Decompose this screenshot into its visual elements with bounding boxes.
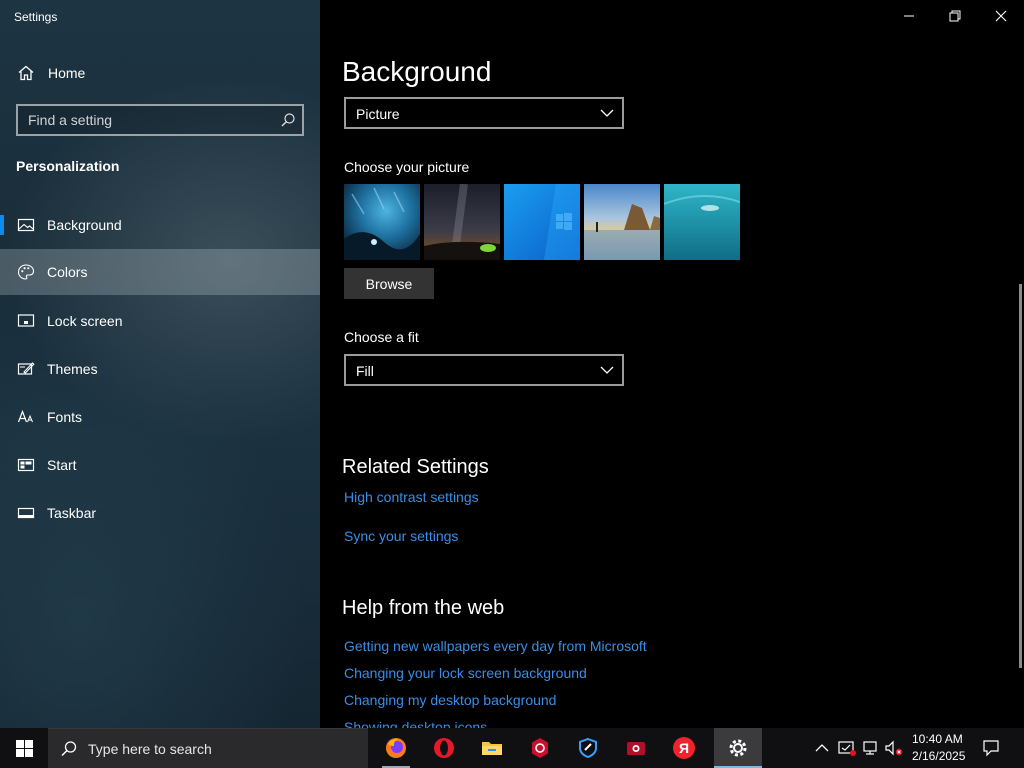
volume-muted-icon[interactable] (884, 739, 904, 757)
windows-logo-icon (16, 740, 33, 757)
taskbar-red-app[interactable] (516, 728, 564, 768)
sidebar-item-themes[interactable]: Themes (0, 346, 320, 392)
sidebar-item-colors[interactable]: Colors (0, 249, 320, 295)
find-setting-input[interactable] (18, 106, 274, 134)
taskbar: Type here to search Я 10:40 AM 2/16/2025 (0, 728, 1024, 768)
clock-time[interactable]: 10:40 AM (912, 732, 963, 746)
file-explorer-icon (482, 742, 502, 755)
wallpaper-thumbnail-milky-way[interactable] (424, 184, 500, 260)
help-link-desktop-background[interactable]: Changing my desktop background (344, 692, 556, 708)
window-title: Settings (14, 10, 58, 24)
sidebar-item-label: Start (47, 457, 77, 473)
restore-icon (949, 10, 961, 22)
background-type-dropdown[interactable]: Picture (344, 97, 624, 129)
choose-fit-value: Fill (356, 363, 374, 379)
sidebar-item-label: Background (47, 217, 122, 233)
close-icon (995, 10, 1007, 22)
screen-recorder-icon (627, 742, 645, 755)
sidebar-item-taskbar[interactable]: Taskbar (0, 490, 320, 536)
palette-icon (17, 264, 35, 280)
sidebar-item-background[interactable]: Background (0, 202, 320, 248)
help-from-web-heading: Help from the web (342, 597, 505, 619)
settings-gear-icon (729, 739, 747, 757)
sidebar-item-label: Lock screen (47, 313, 123, 329)
chevron-down-icon (600, 109, 614, 117)
fonts-icon (17, 409, 33, 423)
sidebar-item-start[interactable]: Start (0, 442, 320, 488)
search-icon (61, 741, 77, 757)
minimize-button[interactable] (886, 0, 932, 32)
close-button[interactable] (978, 0, 1024, 32)
wallpaper-windows-hero-image (504, 184, 580, 260)
high-contrast-settings-link[interactable]: High contrast settings (344, 489, 479, 505)
sidebar-item-label: Taskbar (47, 505, 97, 521)
opera-icon (434, 738, 454, 758)
related-settings-heading: Related Settings (342, 456, 489, 478)
section-title: Personalization (16, 158, 120, 174)
help-link-desktop-icons[interactable]: Showing desktop icons (344, 719, 487, 728)
themes-icon (17, 362, 35, 375)
taskbar-yandex[interactable]: Я (660, 728, 708, 768)
home-icon (18, 65, 34, 81)
taskbar-icon (17, 507, 35, 519)
sync-settings-link[interactable]: Sync your settings (344, 528, 458, 544)
taskbar-defender[interactable] (564, 728, 612, 768)
help-link-lock-screen-background[interactable]: Changing your lock screen background (344, 665, 587, 681)
background-type-value: Picture (356, 106, 400, 122)
sidebar-home[interactable]: Home (0, 50, 320, 96)
choose-fit-dropdown[interactable]: Fill (344, 354, 624, 386)
start-icon (17, 458, 35, 472)
choose-fit-label: Choose a fit (344, 329, 419, 345)
sidebar-item-label: Fonts (47, 409, 83, 425)
taskbar-search-box[interactable]: Type here to search (48, 728, 368, 768)
taskbar-file-explorer[interactable] (468, 728, 516, 768)
sidebar-item-fonts[interactable]: Fonts (0, 394, 320, 440)
security-status-icon[interactable] (838, 739, 858, 757)
svg-text:Я: Я (679, 740, 689, 756)
help-link-new-wallpapers[interactable]: Getting new wallpapers every day from Mi… (344, 638, 647, 654)
search-icon[interactable] (280, 112, 296, 128)
taskbar-opera[interactable] (420, 728, 468, 768)
scrollbar-thumb[interactable] (1019, 284, 1022, 668)
wallpaper-thumbnail-windows-hero[interactable] (504, 184, 580, 260)
defender-icon (579, 737, 597, 759)
clock-date[interactable]: 2/16/2025 (912, 749, 965, 763)
choose-picture-label: Choose your picture (344, 159, 470, 175)
wallpaper-thumbnail-ice-cave[interactable] (344, 184, 420, 260)
find-setting-search[interactable] (16, 104, 304, 136)
network-icon[interactable] (862, 739, 880, 757)
yandex-icon: Я (673, 737, 695, 759)
app-red-icon (532, 738, 548, 758)
taskbar-screen-recorder[interactable] (612, 728, 660, 768)
wallpaper-thumbnail-underwater[interactable] (664, 184, 740, 260)
sidebar-item-label: Colors (47, 264, 88, 280)
wallpaper-beach-rocks-image (584, 184, 660, 260)
browse-button[interactable]: Browse (344, 268, 434, 299)
taskbar-search-placeholder: Type here to search (88, 741, 212, 757)
image-icon (17, 218, 35, 232)
chevron-up-icon[interactable] (814, 741, 830, 755)
wallpaper-thumbnail-beach-rocks[interactable] (584, 184, 660, 260)
firefox-icon (386, 738, 406, 758)
wallpaper-underwater-image (664, 184, 740, 260)
minimize-icon (904, 15, 914, 17)
selected-indicator (0, 215, 4, 235)
wallpaper-milky-way-image (424, 184, 500, 260)
taskbar-firefox[interactable] (372, 728, 420, 768)
wallpaper-ice-cave-image (344, 184, 420, 260)
notifications-icon[interactable] (982, 739, 1000, 757)
chevron-down-icon (600, 366, 614, 374)
start-button[interactable] (0, 728, 48, 768)
page-title: Background (342, 56, 492, 87)
sidebar-item-label: Themes (47, 361, 98, 377)
sidebar-item-lock-screen[interactable]: Lock screen (0, 298, 320, 344)
main-content: Background Picture Choose your picture B… (320, 0, 1024, 728)
lock-screen-icon (17, 314, 35, 327)
restore-button[interactable] (932, 0, 978, 32)
settings-window: Settings Home Personalization Background (0, 0, 1024, 728)
sidebar: Settings Home Personalization Background (0, 0, 320, 728)
sidebar-home-label: Home (48, 65, 86, 81)
taskbar-settings[interactable] (714, 728, 762, 768)
